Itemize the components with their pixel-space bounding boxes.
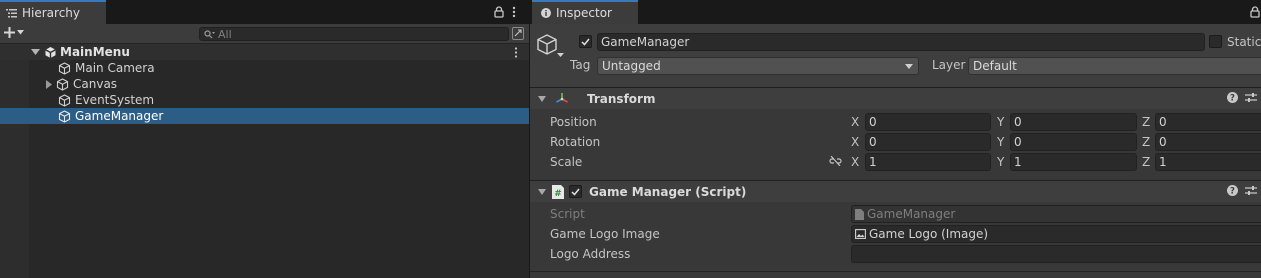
axis-y-label: Y [997,115,1005,129]
tag-dropdown[interactable]: Untagged [597,57,919,75]
scene-menu-icon[interactable] [514,47,518,58]
tag-value: Untagged [602,59,661,73]
hierarchy-tab[interactable]: Hierarchy [0,0,106,24]
inspector-tab-label: Inspector [556,6,612,20]
help-icon[interactable]: ? [1227,185,1238,196]
layer-value: Default [973,59,1017,73]
logo-image-label: Game Logo Image [550,227,660,241]
csharp-script-icon: # [552,184,564,199]
transform-header[interactable]: Transform [530,87,1261,109]
scale-label: Scale [550,155,583,169]
axis-x-label: X [851,155,860,169]
scale-z-field[interactable]: 1 [1155,153,1261,171]
script-label: Script [550,207,585,221]
expand-arrow-icon[interactable] [46,79,53,89]
script-component-title: Game Manager (Script) [589,184,747,199]
script-value: GameManager [867,207,956,221]
inspector-tab-bar [530,0,1261,24]
image-icon [855,229,866,239]
list-item[interactable]: EventSystem [0,92,529,108]
scale-x-field[interactable]: 1 [865,153,991,171]
list-item-selected[interactable]: GameManager [0,108,529,124]
foldout-arrow-icon[interactable] [538,188,546,195]
axis-z-label: Z [1142,115,1151,129]
axis-x-label: X [851,135,860,149]
logo-image-field[interactable]: Game Logo (Image) [851,225,1261,243]
gameobject-cube-icon [58,93,71,107]
list-item[interactable]: Canvas [0,76,529,92]
create-button[interactable] [4,27,24,38]
list-item-label: Canvas [73,77,118,91]
gameobject-cube-icon [58,109,71,123]
svg-text:?: ? [1230,94,1235,103]
scene-row[interactable]: MainMenu [0,44,529,60]
rotation-y-field[interactable]: 0 [1010,133,1137,151]
scene-visibility-icon[interactable] [512,27,524,40]
script-component-header[interactable]: # Game Manager (Script) [530,180,1261,202]
axis-z-label: Z [1142,155,1151,169]
logo-image-value: Game Logo (Image) [869,227,989,241]
list-item-label: Main Camera [75,61,155,75]
layer-label: Layer [932,58,966,72]
lock-icon[interactable] [494,6,504,18]
search-input[interactable]: All [199,27,509,41]
help-icon[interactable]: ? [1227,92,1238,103]
svg-text:#: # [554,189,562,199]
gameobject-icon[interactable] [537,33,565,63]
position-z-field[interactable]: 0 [1155,113,1261,131]
plus-icon [4,27,15,38]
rotation-label: Rotation [550,135,601,149]
gameobject-cube-icon [58,61,71,75]
scale-y-field[interactable]: 1 [1010,153,1137,171]
transform-title: Transform [587,91,656,106]
position-y-field[interactable]: 0 [1010,113,1137,131]
axis-x-label: X [851,115,860,129]
svg-text:?: ? [1230,187,1235,196]
inspector-tab[interactable]: Inspector [532,0,638,24]
unity-scene-icon [44,46,57,59]
script-file-icon [855,208,864,220]
tag-label: Tag [570,58,591,72]
foldout-arrow-icon[interactable] [538,95,546,102]
settings-sliders-icon[interactable] [1245,92,1257,103]
hierarchy-panel: Hierarchy All MainMenu Main Camera Canva… [0,0,529,278]
list-icon [6,8,17,18]
hierarchy-tab-label: Hierarchy [22,6,81,20]
list-item[interactable]: Main Camera [0,60,529,76]
transform-icon [555,92,569,106]
logo-address-input[interactable] [851,245,1261,263]
component-divider [530,271,1261,272]
search-icon [204,29,215,39]
inspector-panel: Inspector GameManager Static Tag Untagge… [530,0,1261,278]
list-item-label: GameManager [75,109,164,123]
chevron-down-icon [905,64,913,69]
active-checkbox[interactable] [579,35,592,48]
kebab-menu-icon[interactable] [512,6,516,18]
info-icon [541,8,551,18]
static-label: Static [1227,35,1261,49]
axis-y-label: Y [997,155,1005,169]
axis-z-label: Z [1142,135,1151,149]
scene-name: MainMenu [60,45,130,59]
constrain-proportions-icon[interactable] [829,156,842,166]
axis-y-label: Y [997,135,1005,149]
layer-dropdown[interactable]: Default [968,57,1261,75]
component-enabled-checkbox[interactable] [569,185,582,198]
position-label: Position [550,115,597,129]
object-name-input[interactable]: GameManager [597,33,1205,51]
rotation-z-field[interactable]: 0 [1155,133,1261,151]
logo-address-label: Logo Address [550,247,631,261]
gameobject-cube-icon [56,77,69,91]
lock-icon[interactable] [1250,6,1260,18]
expand-arrow-icon[interactable] [31,48,40,56]
search-placeholder: All [218,27,232,41]
static-checkbox[interactable] [1209,35,1222,48]
list-item-label: EventSystem [75,93,155,107]
settings-sliders-icon[interactable] [1245,185,1257,196]
position-x-field[interactable]: 0 [865,113,991,131]
rotation-x-field[interactable]: 0 [865,133,991,151]
chevron-down-icon [17,30,24,35]
script-reference-field: GameManager [851,205,1261,223]
